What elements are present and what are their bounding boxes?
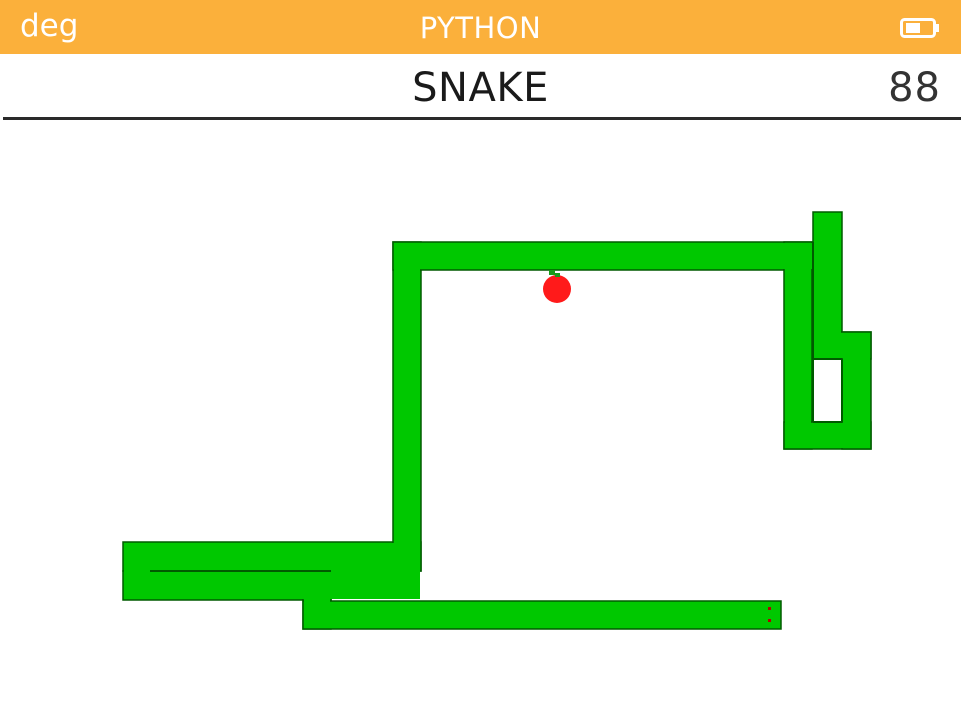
snake-inner-lines — [150, 242, 843, 572]
game-title-bar: SNAKE 88 — [0, 54, 961, 118]
battery-icon — [900, 18, 939, 38]
game-title: SNAKE — [412, 65, 549, 111]
app-name-label: PYTHON — [419, 11, 542, 45]
game-board — [122, 211, 872, 630]
snake-loop-gap — [814, 360, 841, 421]
snake-fill-patches — [124, 213, 870, 628]
score-value: 88 — [888, 65, 941, 111]
apple-icon — [543, 270, 571, 303]
status-bar: deg PYTHON — [0, 0, 961, 54]
